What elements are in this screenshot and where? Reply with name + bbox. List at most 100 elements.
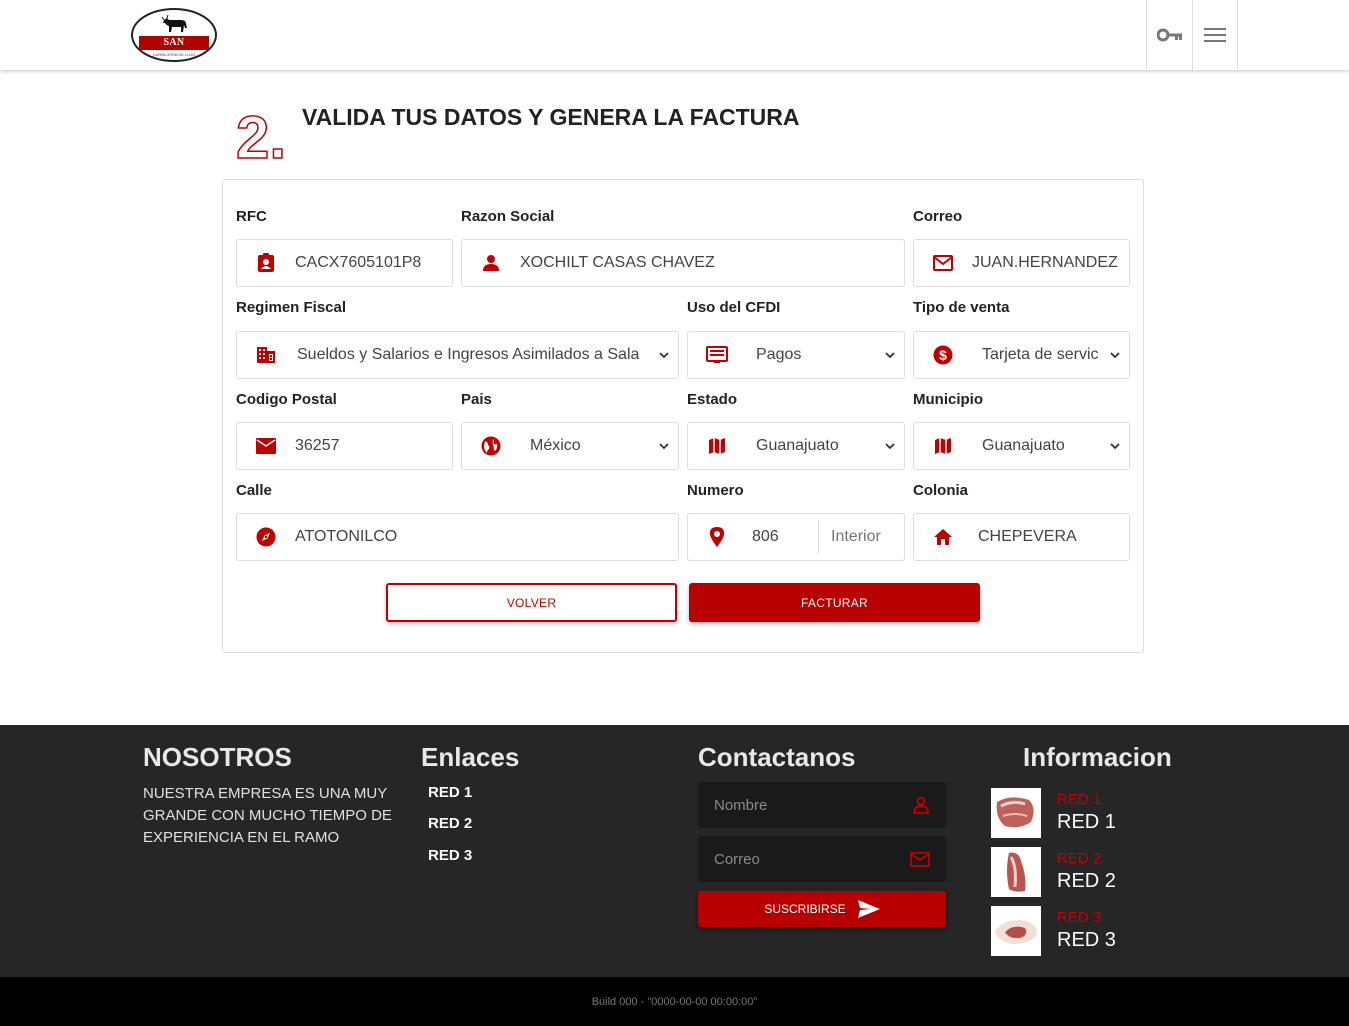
san-gabriel-logo[interactable]: SAN GABRIEL CARNICERÍA DE LUJO (131, 8, 217, 62)
interior-input[interactable]: Interior (819, 528, 881, 546)
build-info-bar: Build 000 - "0000-00-00 00:00:00" (0, 977, 1349, 1026)
estado-label: Estado (687, 391, 738, 408)
pais-value: México (530, 437, 581, 454)
calle-label: Calle (236, 482, 272, 499)
razon-social-field[interactable]: XOCHILT CASAS CHAVEZ (461, 239, 905, 287)
numero-label: Numero (687, 482, 744, 499)
estado-value: Guanajuato (756, 437, 839, 454)
razon-social-value: XOCHILT CASAS CHAVEZ (520, 254, 715, 271)
pais-select[interactable]: México (461, 422, 679, 470)
municipio-label: Municipio (913, 391, 983, 408)
info-item-subtitle: RED 2 (1057, 850, 1102, 867)
menu-button[interactable] (1192, 0, 1238, 70)
colonia-value: CHEPEVERA (978, 528, 1077, 545)
location-pin-icon (688, 527, 746, 547)
map-icon (688, 437, 746, 455)
municipio-value: Guanajuato (982, 437, 1065, 454)
regimen-fiscal-value: Sueldos y Salarios e Ingresos Asimilados… (297, 346, 640, 363)
newsletter-email-input[interactable]: Correo (698, 836, 946, 882)
footer-about-title: NOSOTROS (143, 742, 292, 772)
hamburger-icon (1204, 28, 1226, 42)
envelope-filled-icon (237, 438, 295, 454)
rfc-field[interactable]: CACX7605101P8 (236, 239, 453, 287)
numero-value: 806 (752, 528, 779, 545)
info-item-subtitle: RED 1 (1057, 791, 1102, 808)
home-icon (914, 528, 972, 546)
footer-link[interactable]: RED 2 (428, 815, 472, 832)
chevron-down-icon (876, 442, 904, 450)
invoice-submit-button[interactable]: FACTURAR (689, 583, 980, 622)
uso-cfdi-label: Uso del CFDI (687, 299, 781, 316)
numero-field[interactable]: 806 Interior (687, 513, 905, 561)
logo-text: SAN GABRIEL (139, 36, 209, 60)
send-icon (857, 900, 880, 918)
meat-thumbnail-icon (991, 788, 1041, 838)
dollar-circle-icon: $ (914, 345, 972, 365)
globe-icon (462, 436, 520, 456)
colonia-field[interactable]: CHEPEVERA (913, 513, 1130, 561)
info-item[interactable]: RED 3 RED 3 (991, 906, 1191, 956)
newsletter-name-input[interactable]: Nombre (698, 782, 946, 828)
compass-icon (237, 527, 295, 547)
pais-label: Pais (461, 391, 492, 408)
codigo-postal-field[interactable]: 36257 (236, 422, 453, 470)
build-info: Build 000 - "0000-00-00 00:00:00" (591, 995, 758, 1008)
person-outline-icon (913, 796, 929, 814)
chevron-down-icon (876, 351, 904, 359)
subscribe-button[interactable]: SUSCRIBIRSE (698, 891, 946, 927)
rfc-label: RFC (236, 208, 267, 225)
colonia-label: Colonia (913, 482, 968, 499)
name-placeholder: Nombre (714, 796, 768, 814)
footer-links-title: Enlaces (421, 742, 520, 772)
calle-field[interactable]: ATOTONILCO (236, 513, 679, 561)
info-item-title: RED 1 (1057, 811, 1116, 833)
logo-subtext: CARNICERÍA DE LUJO (152, 52, 196, 57)
footer-link[interactable]: RED 1 (428, 784, 472, 801)
info-item[interactable]: RED 2 RED 2 (991, 847, 1191, 897)
info-item-subtitle: RED 3 (1057, 909, 1102, 926)
info-item-title: RED 3 (1057, 929, 1116, 951)
step-number: 2. (235, 104, 287, 171)
razon-social-label: Razon Social (461, 208, 555, 225)
meat-thumbnail-icon (991, 906, 1041, 956)
tipo-venta-value: Tarjeta de servic (982, 346, 1099, 363)
person-icon (462, 254, 520, 272)
envelope-outline-icon (914, 255, 972, 271)
calle-value: ATOTONILCO (295, 528, 398, 545)
info-item[interactable]: RED 1 RED 1 (991, 788, 1191, 838)
regimen-fiscal-label: Regimen Fiscal (236, 299, 347, 316)
correo-label: Correo (913, 208, 963, 225)
top-navbar: SAN GABRIEL CARNICERÍA DE LUJO (0, 0, 1349, 70)
codigo-postal-label: Codigo Postal (236, 391, 337, 408)
correo-field[interactable]: JUAN.HERNANDEZ (913, 239, 1130, 287)
svg-text:$: $ (939, 347, 947, 363)
receipt-icon (688, 346, 746, 364)
chevron-down-icon (1101, 351, 1129, 359)
tipo-venta-label: Tipo de venta (913, 299, 1010, 316)
chevron-down-icon (650, 442, 678, 450)
envelope-outline-icon (910, 851, 930, 867)
estado-select[interactable]: Guanajuato (687, 422, 905, 470)
chevron-down-icon (650, 351, 678, 359)
tipo-venta-select[interactable]: $ Tarjeta de servic (913, 331, 1130, 379)
subscribe-label: SUSCRIBIRSE (764, 902, 846, 916)
footer-contact-title: Contactanos (698, 742, 856, 772)
info-item-title: RED 2 (1057, 870, 1116, 892)
page-title: VALIDA TUS DATOS Y GENERA LA FACTURA (302, 104, 800, 130)
footer-link[interactable]: RED 3 (428, 847, 472, 864)
footer-about-text: NUESTRA EMPRESA ES UNA MUY GRANDE CON MU… (143, 785, 392, 846)
back-button[interactable]: VOLVER (386, 583, 677, 622)
email-placeholder: Correo (714, 850, 760, 868)
uso-cfdi-select[interactable]: Pagos (687, 331, 905, 379)
uso-cfdi-value: Pagos (756, 346, 802, 363)
login-button[interactable] (1146, 0, 1192, 70)
map-icon (914, 437, 972, 455)
key-icon (1156, 28, 1182, 42)
regimen-fiscal-select[interactable]: Sueldos y Salarios e Ingresos Asimilados… (236, 331, 679, 379)
meat-thumbnail-icon (991, 847, 1041, 897)
rfc-value: CACX7605101P8 (295, 254, 422, 271)
chevron-down-icon (1101, 442, 1129, 450)
id-badge-icon (237, 253, 295, 273)
codigo-postal-value: 36257 (295, 437, 340, 454)
municipio-select[interactable]: Guanajuato (913, 422, 1130, 470)
